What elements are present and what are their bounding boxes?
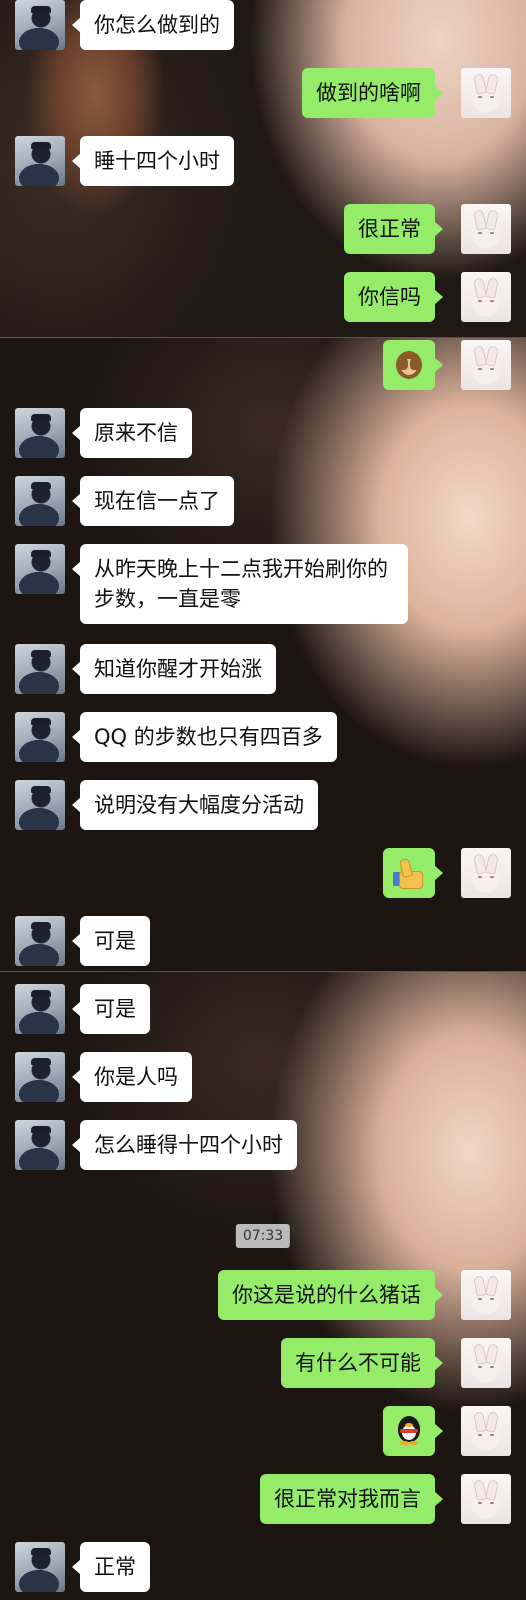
contact-avatar[interactable] (15, 476, 65, 526)
chat-screenshot-panel-3: 可是 你是人吗 怎么睡得十四个小时 07:33 你这是说的什么猪话 有什么不可能… (0, 972, 526, 1600)
received-message-bubble[interactable]: 原来不信 (72, 408, 192, 458)
thumbs-up-icon (393, 857, 425, 889)
received-message-bubble[interactable]: 正常 (72, 1542, 150, 1592)
contact-avatar[interactable] (15, 780, 65, 830)
contact-avatar[interactable] (15, 712, 65, 762)
sent-message-bubble[interactable]: 做到的啥啊 (302, 68, 443, 118)
received-message-bubble[interactable]: 怎么睡得十四个小时 (72, 1120, 297, 1170)
chat-screenshot-panel-2: 原来不信 现在信一点了 从昨天晚上十二点我开始刷你的步数，一直是零 知道你醒才开… (0, 338, 526, 972)
contact-avatar[interactable] (15, 1120, 65, 1170)
contact-avatar[interactable] (15, 136, 65, 186)
received-message-bubble[interactable]: 可是 (72, 916, 150, 966)
sent-emoji-bubble[interactable] (383, 848, 443, 898)
see-no-evil-monkey-icon (392, 348, 426, 382)
received-message-bubble[interactable]: 睡十四个小时 (72, 136, 234, 186)
my-avatar[interactable] (461, 204, 511, 254)
contact-avatar[interactable] (15, 544, 65, 594)
sent-message-bubble[interactable]: 你信吗 (344, 272, 443, 322)
my-avatar[interactable] (461, 1474, 511, 1524)
sent-emoji-bubble[interactable] (383, 340, 443, 390)
received-message-bubble[interactable]: 你是人吗 (72, 1052, 192, 1102)
contact-avatar[interactable] (15, 1052, 65, 1102)
sent-message-bubble[interactable]: 你这是说的什么猪话 (218, 1270, 443, 1320)
message-timestamp: 07:33 (235, 1224, 291, 1248)
contact-avatar[interactable] (15, 916, 65, 966)
sent-message-bubble[interactable]: 很正常对我而言 (260, 1474, 443, 1524)
chat-screenshot-panel-1: 你怎么做到的 做到的啥啊 睡十四个小时 很正常 你信吗 (0, 0, 526, 338)
received-message-bubble[interactable]: 说明没有大幅度分活动 (72, 780, 318, 830)
my-avatar[interactable] (461, 1338, 511, 1388)
contact-avatar[interactable] (15, 1542, 65, 1592)
contact-avatar[interactable] (15, 0, 65, 50)
received-message-bubble[interactable]: 你怎么做到的 (72, 0, 234, 50)
contact-avatar[interactable] (15, 408, 65, 458)
my-avatar[interactable] (461, 272, 511, 322)
sent-emoji-bubble[interactable] (383, 1406, 443, 1456)
sent-message-bubble[interactable]: 有什么不可能 (281, 1338, 443, 1388)
received-message-bubble[interactable]: QQ 的步数也只有四百多 (72, 712, 337, 762)
contact-avatar[interactable] (15, 644, 65, 694)
sent-message-bubble[interactable]: 很正常 (344, 204, 443, 254)
my-avatar[interactable] (461, 848, 511, 898)
my-avatar[interactable] (461, 68, 511, 118)
received-message-bubble[interactable]: 知道你醒才开始涨 (72, 644, 276, 694)
my-avatar[interactable] (461, 1406, 511, 1456)
my-avatar[interactable] (461, 1270, 511, 1320)
received-message-bubble[interactable]: 现在信一点了 (72, 476, 234, 526)
received-message-bubble[interactable]: 可是 (72, 984, 150, 1034)
my-avatar[interactable] (461, 340, 511, 390)
contact-avatar[interactable] (15, 984, 65, 1034)
qq-penguin-icon (394, 1414, 424, 1448)
received-message-bubble[interactable]: 从昨天晚上十二点我开始刷你的步数，一直是零 (72, 544, 408, 624)
